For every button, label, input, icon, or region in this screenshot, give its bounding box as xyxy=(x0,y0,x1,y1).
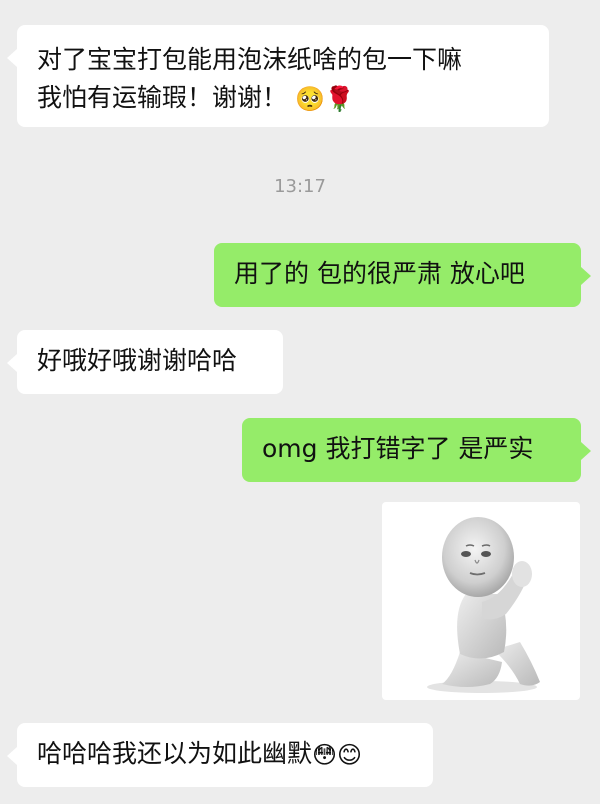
message-text: 用了的 包的很严肃 放心吧 xyxy=(234,259,525,288)
outgoing-message-bubble[interactable]: omg 我打错字了 是严实 xyxy=(242,418,591,482)
pleading-face-emoji-icon: 🥺 xyxy=(294,85,325,113)
incoming-message-bubble[interactable]: 对了宝宝打包能用泡沫纸啥的包一下嘛 我怕有运输瑕！谢谢！ 🥺🌹 xyxy=(7,25,549,127)
message-text-line-1: 对了宝宝打包能用泡沫纸啥的包一下嘛 xyxy=(37,45,463,74)
incoming-message-bubble[interactable]: 哈哈哈我还以为如此幽默😳😊 xyxy=(7,723,433,787)
praying-figure-icon xyxy=(427,517,540,693)
smiling-face-emoji-icon: 😊 xyxy=(337,741,363,769)
chat-screen: { "messages": { "m1": { "line1": "对了宝宝打包… xyxy=(0,0,600,804)
message-text: 我怕有运输瑕！谢谢！ xyxy=(37,83,288,112)
incoming-message-bubble[interactable]: 好哦好哦谢谢哈哈 xyxy=(7,330,283,394)
flushed-face-emoji-icon: 😳 xyxy=(312,741,338,769)
message-text: 哈哈哈我还以为如此幽默 xyxy=(37,739,313,768)
praying-figure-sticker[interactable] xyxy=(382,502,580,700)
message-text: omg 我打错字了 是严实 xyxy=(262,434,534,463)
message-timestamp: 13:17 xyxy=(274,176,326,197)
outgoing-message-bubble[interactable]: 用了的 包的很严肃 放心吧 xyxy=(214,243,591,307)
message-text-line-2: 我怕有运输瑕！谢谢！ 🥺🌹 xyxy=(37,79,529,117)
message-text: 好哦好哦谢谢哈哈 xyxy=(37,346,238,375)
rose-emoji-icon: 🌹 xyxy=(324,85,355,113)
